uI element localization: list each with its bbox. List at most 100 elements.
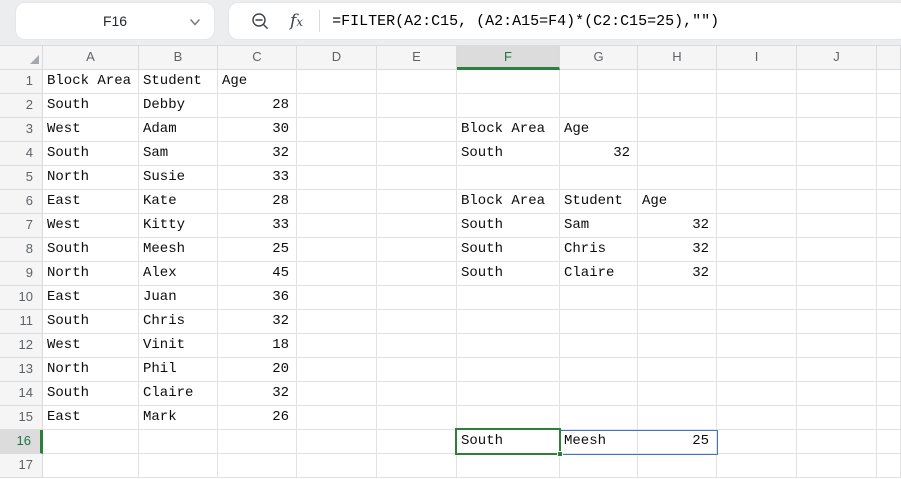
- cell-partial-1[interactable]: [877, 70, 901, 94]
- row-header-12[interactable]: 12: [0, 334, 43, 358]
- cell-B3[interactable]: Adam: [139, 118, 218, 142]
- cell-E16[interactable]: [377, 430, 457, 454]
- cell-G4[interactable]: 32: [560, 142, 638, 166]
- cell-G11[interactable]: [560, 310, 638, 334]
- row-header-7[interactable]: 7: [0, 214, 43, 238]
- cell-partial-14[interactable]: [877, 382, 901, 406]
- cell-I3[interactable]: [717, 118, 797, 142]
- cell-F14[interactable]: [457, 382, 560, 406]
- cell-partial-5[interactable]: [877, 166, 901, 190]
- cell-partial-4[interactable]: [877, 142, 901, 166]
- cell-D17[interactable]: [297, 454, 377, 478]
- cell-F5[interactable]: [457, 166, 560, 190]
- cell-partial-2[interactable]: [877, 94, 901, 118]
- column-header-A[interactable]: A: [43, 46, 139, 70]
- cell-G7[interactable]: Sam: [560, 214, 638, 238]
- cell-C2[interactable]: 28: [218, 94, 297, 118]
- row-header-14[interactable]: 14: [0, 382, 43, 406]
- cell-C14[interactable]: 32: [218, 382, 297, 406]
- column-header-J[interactable]: J: [797, 46, 877, 70]
- cell-H1[interactable]: [638, 70, 717, 94]
- cell-H4[interactable]: [638, 142, 717, 166]
- cell-G5[interactable]: [560, 166, 638, 190]
- cell-B4[interactable]: Sam: [139, 142, 218, 166]
- cell-H11[interactable]: [638, 310, 717, 334]
- formula-input[interactable]: =FILTER(A2:C15, (A2:A15=F4)*(C2:C15=25),…: [332, 13, 719, 30]
- cell-I11[interactable]: [717, 310, 797, 334]
- column-header-C[interactable]: C: [218, 46, 297, 70]
- cell-partial-17[interactable]: [877, 454, 901, 478]
- cell-E2[interactable]: [377, 94, 457, 118]
- cell-I9[interactable]: [717, 262, 797, 286]
- cell-E5[interactable]: [377, 166, 457, 190]
- row-header-2[interactable]: 2: [0, 94, 43, 118]
- cell-I6[interactable]: [717, 190, 797, 214]
- cell-E15[interactable]: [377, 406, 457, 430]
- cell-B6[interactable]: Kate: [139, 190, 218, 214]
- cell-partial-6[interactable]: [877, 190, 901, 214]
- cell-C3[interactable]: 30: [218, 118, 297, 142]
- cell-D16[interactable]: [297, 430, 377, 454]
- cell-I14[interactable]: [717, 382, 797, 406]
- column-header-partial[interactable]: [877, 46, 901, 70]
- cell-D3[interactable]: [297, 118, 377, 142]
- cell-D5[interactable]: [297, 166, 377, 190]
- cell-partial-12[interactable]: [877, 334, 901, 358]
- formula-bar[interactable]: fx =FILTER(A2:C15, (A2:A15=F4)*(C2:C15=2…: [228, 2, 901, 40]
- cell-D10[interactable]: [297, 286, 377, 310]
- cell-J5[interactable]: [797, 166, 877, 190]
- cell-B5[interactable]: Susie: [139, 166, 218, 190]
- cell-partial-10[interactable]: [877, 286, 901, 310]
- cell-I13[interactable]: [717, 358, 797, 382]
- cell-J3[interactable]: [797, 118, 877, 142]
- cell-C13[interactable]: 20: [218, 358, 297, 382]
- cell-A10[interactable]: East: [43, 286, 139, 310]
- cell-H15[interactable]: [638, 406, 717, 430]
- row-header-8[interactable]: 8: [0, 238, 43, 262]
- row-header-6[interactable]: 6: [0, 190, 43, 214]
- cell-G6[interactable]: Student: [560, 190, 638, 214]
- cell-B10[interactable]: Juan: [139, 286, 218, 310]
- row-header-11[interactable]: 11: [0, 310, 43, 334]
- row-header-3[interactable]: 3: [0, 118, 43, 142]
- cell-E12[interactable]: [377, 334, 457, 358]
- cell-A2[interactable]: South: [43, 94, 139, 118]
- cell-B15[interactable]: Mark: [139, 406, 218, 430]
- cell-partial-9[interactable]: [877, 262, 901, 286]
- cell-F17[interactable]: [457, 454, 560, 478]
- cell-C15[interactable]: 26: [218, 406, 297, 430]
- cell-E3[interactable]: [377, 118, 457, 142]
- cell-A1[interactable]: Block Area: [43, 70, 139, 94]
- cell-A6[interactable]: East: [43, 190, 139, 214]
- cell-F16[interactable]: South: [457, 430, 560, 454]
- cell-H12[interactable]: [638, 334, 717, 358]
- cell-C16[interactable]: [218, 430, 297, 454]
- cell-J12[interactable]: [797, 334, 877, 358]
- cell-C11[interactable]: 32: [218, 310, 297, 334]
- fill-handle[interactable]: [557, 451, 563, 457]
- cell-G12[interactable]: [560, 334, 638, 358]
- cell-partial-3[interactable]: [877, 118, 901, 142]
- cell-F9[interactable]: South: [457, 262, 560, 286]
- column-header-E[interactable]: E: [377, 46, 457, 70]
- row-header-17[interactable]: 17: [0, 454, 43, 478]
- cell-F4[interactable]: South: [457, 142, 560, 166]
- cell-F2[interactable]: [457, 94, 560, 118]
- fx-icon[interactable]: fx: [290, 11, 303, 31]
- cell-J8[interactable]: [797, 238, 877, 262]
- cell-J16[interactable]: [797, 430, 877, 454]
- cell-A16[interactable]: [43, 430, 139, 454]
- cell-G8[interactable]: Chris: [560, 238, 638, 262]
- cell-partial-8[interactable]: [877, 238, 901, 262]
- cell-H7[interactable]: 32: [638, 214, 717, 238]
- cell-J11[interactable]: [797, 310, 877, 334]
- cell-F3[interactable]: Block Area: [457, 118, 560, 142]
- cell-E14[interactable]: [377, 382, 457, 406]
- row-header-4[interactable]: 4: [0, 142, 43, 166]
- cell-J7[interactable]: [797, 214, 877, 238]
- cell-F12[interactable]: [457, 334, 560, 358]
- cell-G14[interactable]: [560, 382, 638, 406]
- cell-partial-7[interactable]: [877, 214, 901, 238]
- cell-partial-11[interactable]: [877, 310, 901, 334]
- cell-D12[interactable]: [297, 334, 377, 358]
